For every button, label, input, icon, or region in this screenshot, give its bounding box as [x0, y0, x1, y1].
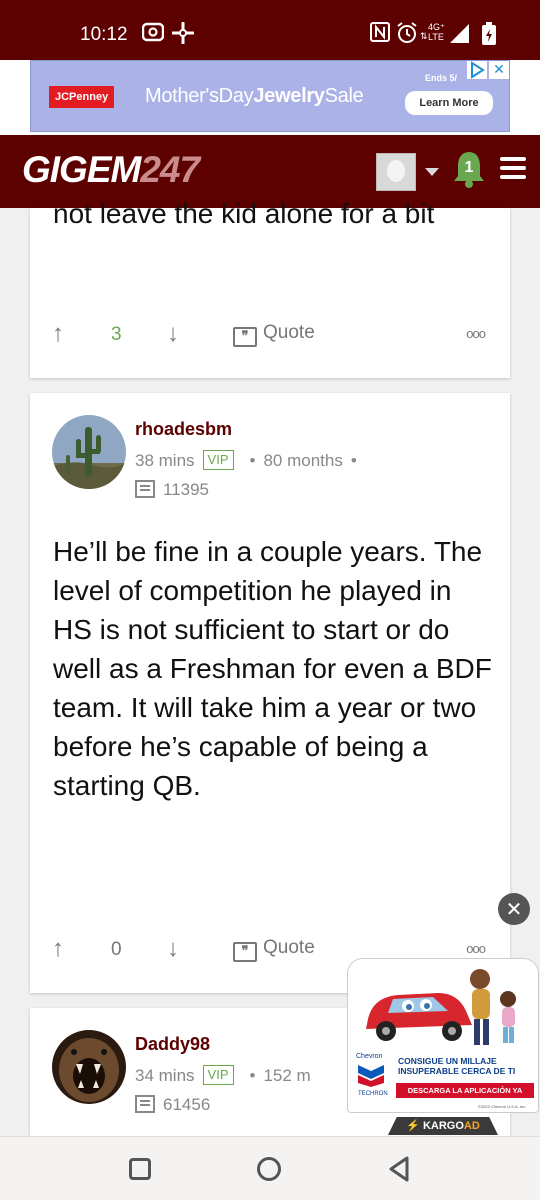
vip-badge: VIP [202, 1065, 234, 1085]
post-time: 38 mins [135, 451, 195, 470]
post-time: 34 mins [135, 1066, 195, 1085]
network-bottom: LTE [428, 32, 444, 42]
post-card: not leave the kid alone for a bit ↑ 3 ↓ … [30, 198, 510, 378]
hamburger-menu-icon[interactable] [500, 157, 526, 181]
network-type: 4G⁺ LTE [428, 22, 445, 42]
techron-label: TECHRON [358, 1091, 388, 1097]
floating-ad-close-icon[interactable]: ✕ [498, 893, 530, 925]
ad-headline-post: Sale [324, 85, 364, 107]
more-options-icon[interactable]: ooo [466, 326, 486, 341]
post-count: 61456 [135, 1095, 210, 1115]
post-meta: 38 mins VIP • 80 months • [135, 450, 365, 471]
downvote-icon[interactable]: ↓ [167, 935, 179, 963]
quote-label: Quote [263, 937, 315, 958]
ad-network-label: AD [463, 1120, 480, 1132]
data-arrows-icon: ⇅ [420, 32, 428, 42]
post-count-value: 61456 [163, 1095, 211, 1114]
status-bar: 10:12 ⇅ 4G⁺ LTE [0, 0, 540, 60]
post-text: He’ll be fine in a couple years. The lev… [53, 536, 492, 801]
separator: • [249, 1066, 256, 1085]
banner-ad-container: JCPenney Mother'sDayJewelrySale Ends 5/ … [0, 60, 540, 135]
ad-ends-label: Ends 5/ [425, 73, 458, 83]
ad-close-icon[interactable]: ✕ [489, 61, 509, 79]
quote-button[interactable]: ❞ Quote [233, 322, 315, 347]
ad-learn-more-button[interactable]: Learn More [405, 91, 493, 115]
downvote-icon[interactable]: ↓ [167, 320, 179, 348]
system-nav-bar [0, 1136, 540, 1200]
ad-legal: ©2022 Chevron U.S.A. Inc. [478, 1104, 527, 1109]
quote-button[interactable]: ❞ Quote [233, 937, 315, 962]
cast-icon [141, 22, 165, 48]
more-options-icon[interactable]: ooo [466, 941, 486, 956]
quote-label: Quote [263, 322, 315, 343]
separator: • [350, 451, 357, 470]
quote-icon: ❞ [233, 942, 257, 962]
ad-slogan: CONSIGUE UN MILLAJE INSUPERABLE CERCA DE … [398, 1056, 515, 1076]
quote-icon: ❞ [233, 327, 257, 347]
member-tenure: 80 months [263, 451, 343, 470]
logo-num: 247 [140, 149, 200, 190]
username[interactable]: rhoadesbm [135, 419, 232, 440]
post-count: 11395 [135, 480, 209, 500]
adchoices-icon[interactable] [467, 61, 487, 79]
upvote-icon[interactable]: ↑ [52, 935, 64, 963]
chevron-down-icon[interactable] [425, 168, 439, 176]
ad-headline-pre: Mother'sDay [145, 85, 254, 107]
ad-download-button[interactable]: DESCARGA LA APLICACIÓN YA [396, 1083, 534, 1098]
nfc-icon [370, 22, 390, 48]
alarm-icon [396, 22, 418, 50]
separator: • [249, 451, 256, 470]
ad-network-tag: ⚡ KARGOAD [388, 1117, 498, 1135]
ad-headline: Mother'sDayJewelrySale [145, 85, 364, 108]
ad-illustration [348, 959, 538, 1055]
vip-badge: VIP [202, 450, 234, 470]
recent-apps-icon[interactable] [129, 1158, 151, 1180]
avatar[interactable] [52, 415, 126, 489]
ad-headline-bold: Jewelry [253, 85, 325, 107]
username[interactable]: Daddy98 [135, 1034, 210, 1055]
app-icon [171, 21, 195, 50]
member-tenure: 152 m [263, 1066, 311, 1085]
user-avatar-button[interactable] [376, 153, 416, 191]
post-card: rhoadesbm 38 mins VIP • 80 months • 11395 He… [30, 393, 510, 993]
home-icon[interactable] [257, 1157, 281, 1181]
logo-main: GIGEM [22, 149, 141, 190]
site-logo[interactable]: GIGEM247 [22, 149, 200, 191]
chevron-logo: Chevron [356, 1053, 383, 1060]
network-top: 4G⁺ [428, 22, 445, 32]
back-icon[interactable] [387, 1155, 411, 1183]
signal-icon [448, 22, 470, 50]
post-actions: ↑ 3 ↓ ❞ Quote ooo [30, 320, 510, 350]
posts-icon [135, 480, 155, 498]
upvote-icon[interactable]: ↑ [52, 320, 64, 348]
battery-icon [480, 22, 498, 52]
ad-brand-logo: JCPenney [49, 86, 115, 108]
ad-network-name: ⚡ KARGO [406, 1120, 464, 1132]
notification-bell-icon[interactable]: 1 [451, 149, 487, 189]
vote-count: 3 [111, 324, 122, 345]
floating-ad[interactable]: Chevron TECHRON CONSIGUE UN MILLAJE INSUP… [347, 958, 539, 1113]
post-count-value: 11395 [163, 480, 210, 499]
banner-ad[interactable]: JCPenney Mother'sDayJewelrySale Ends 5/ … [30, 60, 510, 132]
posts-icon [135, 1095, 155, 1113]
chevron-chevrons-icon [358, 1065, 384, 1087]
notification-count: 1 [464, 159, 474, 176]
avatar[interactable] [52, 1030, 126, 1104]
ad-slogan-line1: CONSIGUE UN MILLAJE [398, 1056, 497, 1066]
vote-count: 0 [111, 939, 122, 960]
post-text: not leave the kid alone for a bit [53, 198, 435, 229]
status-time: 10:12 [80, 24, 128, 45]
ad-slogan-line2: INSUPERABLE CERCA DE TI [398, 1066, 516, 1076]
post-meta: 34 mins VIP • 152 m [135, 1065, 311, 1086]
